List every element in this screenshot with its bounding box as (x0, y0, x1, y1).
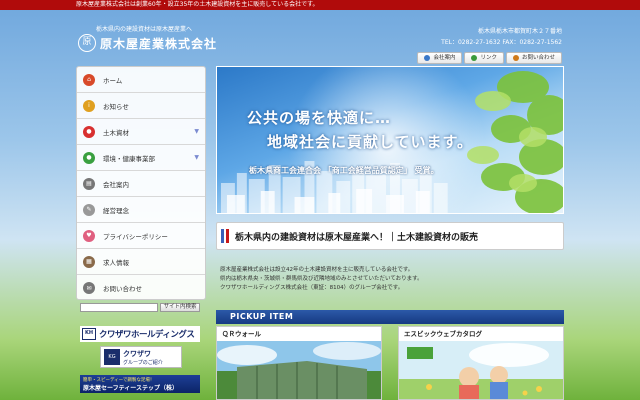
hero-banner: 公共の場を快適に… 地域社会に貢献しています。 栃木県商工会連合会 「商工会経営… (216, 66, 564, 214)
sidebar-item-privacy[interactable]: ♥ プライバシーポリシー (77, 223, 205, 249)
company-mark-icon: 原 (78, 34, 96, 52)
page-title: 栃木県内の建設資材は原木屋産業へ！｜土木建設資材の販売 (235, 232, 479, 243)
search-input[interactable] (80, 303, 158, 312)
mail-icon (512, 55, 519, 61)
pickup-card-sbic-catalog[interactable]: エスビックウェブカタログ (398, 326, 564, 400)
pickup-card-qr-wall[interactable]: ＱＲウォール (216, 326, 382, 400)
top-announcement-text: 原木屋産業株式会社は創業60年・設立35年の土木建設資材を主に販売している会社で… (76, 1, 319, 8)
sidebar-nav: ⌂ ホーム i お知らせ ● 土木資材 ▼ ● 環境・健康事業部 ▼ ▤ 会社案… (76, 66, 206, 300)
sidebar-item-news[interactable]: i お知らせ (77, 93, 205, 119)
sidebar-item-label: 会社案内 (103, 180, 129, 189)
sidebar-item-label: 求人情報 (103, 258, 129, 267)
header-link-label: リンク (480, 55, 497, 61)
headline-accent-red (226, 229, 229, 243)
kurosawa-group-logo-icon: KG (104, 349, 120, 365)
document-icon: ▤ (83, 177, 95, 190)
company-address: 栃木県栃木市都賀町木２７番地 (477, 28, 562, 35)
hero-headline-2: 地域社会に貢献しています。 (267, 133, 474, 151)
chevron-down-icon: ▼ (194, 128, 199, 135)
pickup-card-title: ＱＲウォール (222, 330, 261, 338)
company-name: 原木屋産業株式会社 (100, 37, 218, 51)
search-button[interactable]: サイト内検索 (160, 303, 200, 312)
sidebar-item-label: ホーム (103, 76, 123, 85)
intro-line: クワザワホールディングス株式会社（東証：8104）のグループ会社です。 (220, 285, 404, 291)
safety-step-banner[interactable]: 簡単・スピーディーで鋼製な足場！ 原木屋セーフティーステップ（株） (80, 375, 200, 393)
pen-icon: ✎ (83, 203, 95, 216)
header-link-label: お問い合わせ (521, 55, 555, 61)
sidebar-item-label: 環境・健康事業部 (103, 154, 155, 163)
safety-step-name: 原木屋セーフティーステップ（株） (83, 385, 178, 392)
envelope-icon: ✉ (83, 282, 95, 294)
site-logo[interactable]: 栃木県内の建設資材は原木屋産業へ 原 原木屋産業株式会社 (78, 24, 248, 58)
sidebar-item-philosophy[interactable]: ✎ 経営理念 (77, 197, 205, 223)
kurosawa-holdings-text: クワザワホールディングス (99, 330, 195, 340)
kurosawa-holdings-banner[interactable]: KH クワザワホールディングス (80, 326, 200, 342)
pickup-section-title: PICKUP ITEM (216, 310, 564, 324)
chevron-down-icon: ▼ (194, 154, 199, 161)
sidebar-item-home[interactable]: ⌂ ホーム (77, 67, 205, 93)
sidebar-item-environment[interactable]: ● 環境・健康事業部 ▼ (77, 145, 205, 171)
header-link-company[interactable]: 会社案内 (417, 52, 463, 64)
sbic-catalog-image (399, 341, 563, 399)
company-phone: TEL：0282-27-1632 FAX：0282-27-1562 (441, 39, 562, 46)
site-header: 栃木県内の建設資材は原木屋産業へ 原 原木屋産業株式会社 栃木県栃木市都賀町木２… (0, 10, 640, 64)
heart-icon: ♥ (83, 229, 95, 242)
kurosawa-logo-icon: KH (82, 328, 96, 340)
company-intro: 原木屋産業株式会社は設立42年の土木建設資材を主に販売している会社です。 県内は… (220, 266, 560, 293)
leaf-icon: ● (83, 151, 95, 164)
info-icon: i (83, 99, 95, 112)
hero-certification: 栃木県商工会連合会 「商工会経営品質認定」 受賞。 (249, 165, 439, 175)
sidebar-item-label: お問い合わせ (103, 285, 142, 293)
kurosawa-group-banner[interactable]: KG クワザワ グループのご紹介 (100, 346, 182, 368)
headline-accent-blue (221, 229, 224, 243)
sidebar-item-materials[interactable]: ● 土木資材 ▼ (77, 119, 205, 145)
sidebar-item-company[interactable]: ▤ 会社案内 (77, 171, 205, 197)
sidebar-item-recruit[interactable]: ▦ 求人情報 (77, 249, 205, 275)
material-icon: ● (83, 125, 95, 138)
sidebar-item-label: 経営理念 (103, 206, 129, 215)
home-icon: ⌂ (83, 73, 95, 86)
header-link-links[interactable]: リンク (464, 52, 504, 64)
logo-tagline: 栃木県内の建設資材は原木屋産業へ (96, 26, 193, 33)
pickup-card-title: エスビックウェブカタログ (404, 330, 482, 338)
kurosawa-group-subtitle: グループのご紹介 (123, 359, 163, 366)
notepad-icon: ▦ (83, 255, 95, 268)
link-icon (471, 55, 478, 61)
qr-wall-photo (217, 341, 381, 399)
header-link-contact[interactable]: お問い合わせ (505, 52, 562, 64)
sidebar-item-label: プライバシーポリシー (103, 232, 168, 241)
building-icon (424, 55, 431, 61)
kurosawa-group-title: クワザワ (123, 349, 151, 358)
intro-line: 県内は栃木県央・茨城県・群馬県及び近隣地域のみとさせていただいております。 (220, 276, 423, 282)
intro-line: 原木屋産業株式会社は設立42年の土木建設資材を主に販売している会社です。 (220, 267, 414, 273)
header-link-label: 会社案内 (433, 55, 456, 61)
header-links: 会社案内 リンク お問い合わせ (417, 52, 562, 64)
site-search: サイト内検索 (80, 303, 200, 312)
page-headline: 栃木県内の建設資材は原木屋産業へ！｜土木建設資材の販売 (216, 222, 564, 250)
sidebar-item-label: 土木資材 (103, 128, 129, 137)
top-announcement-bar: 原木屋産業株式会社は創業60年・設立35年の土木建設資材を主に販売している会社で… (0, 0, 640, 10)
sidebar-item-label: お知らせ (103, 102, 129, 111)
hero-headline-1: 公共の場を快適に… (247, 109, 392, 127)
sidebar-item-contact[interactable]: ✉ お問い合わせ (77, 275, 205, 299)
